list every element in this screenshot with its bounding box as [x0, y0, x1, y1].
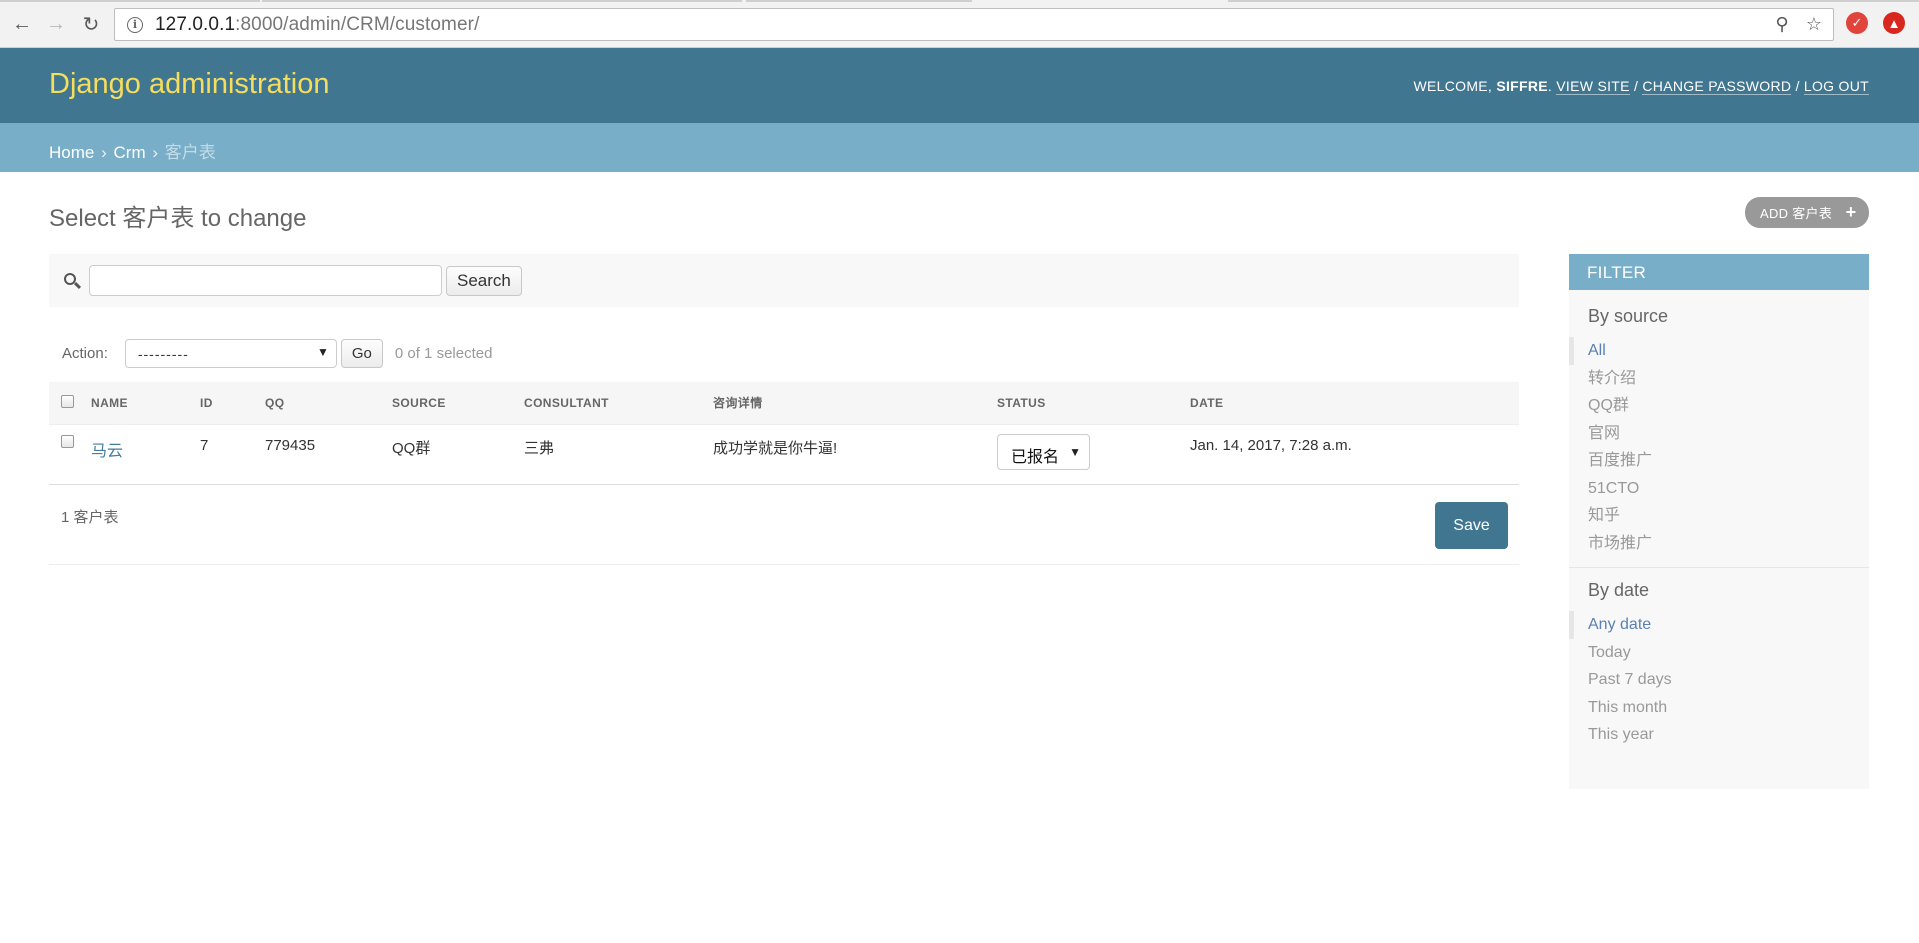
selection-counter: 0 of 1 selected [394, 345, 493, 362]
username: SIFFRE [1496, 78, 1548, 94]
filter-source-option[interactable]: 51CTO [1569, 475, 1869, 503]
results-table: NAME ID QQ SOURCE CONSULTANT 咨询详情 STATUS… [49, 382, 1519, 485]
action-selected-option: --------- [137, 346, 189, 362]
view-site-link[interactable]: VIEW SITE [1556, 78, 1630, 95]
filter-source-option[interactable]: 官网 [1569, 420, 1869, 448]
column-header-detail[interactable]: 咨询详情 [713, 382, 997, 425]
forward-arrow-icon[interactable]: → [42, 10, 70, 38]
back-arrow-icon[interactable]: ← [8, 10, 36, 38]
breadcrumb: Home › Crm › 客户表 [0, 123, 1919, 172]
change-password-link[interactable]: CHANGE PASSWORD [1642, 78, 1792, 95]
cell-source: QQ群 [392, 424, 524, 485]
action-label: Action: [62, 345, 108, 362]
result-count: 1 客户表 [61, 509, 119, 526]
filter-date-any[interactable]: Any date [1569, 611, 1869, 639]
filter-heading-date: By date [1588, 580, 1650, 600]
user-tools: WELCOME, SIFFRE. VIEW SITE / CHANGE PASS… [1413, 78, 1869, 95]
cell-detail: 成功学就是你牛逼! [713, 424, 997, 485]
welcome-text: WELCOME, [1413, 78, 1497, 94]
log-out-link[interactable]: LOG OUT [1803, 78, 1869, 95]
filter-divider [1569, 567, 1869, 568]
cell-date: Jan. 14, 2017, 7:28 a.m. [1190, 424, 1519, 485]
changelist: Search Action: --------- ▼ Go 0 of 1 sel… [49, 254, 1519, 565]
address-bar[interactable]: i 127.0.0.1:8000/admin/CRM/customer/ ⚲ ☆ [114, 8, 1834, 41]
select-all-checkbox[interactable] [61, 394, 74, 408]
filter-heading-source: By source [1588, 306, 1669, 326]
bookmark-star-icon[interactable]: ☆ [1803, 13, 1825, 35]
plus-icon: + [1845, 201, 1857, 222]
status-select[interactable]: 已报名 ▼ [997, 433, 1090, 470]
save-button[interactable]: Save [1435, 502, 1508, 549]
dropdown-arrow-icon: ▼ [316, 345, 330, 359]
column-header-qq[interactable]: QQ [265, 382, 392, 425]
search-button[interactable]: Search [446, 265, 522, 296]
filter-source-option[interactable]: 转介绍 [1569, 365, 1869, 393]
action-select[interactable]: --------- ▼ [124, 339, 337, 368]
search-icon [63, 272, 82, 290]
filter-source-option[interactable]: 百度推广 [1569, 447, 1869, 475]
cell-consultant: 三弗 [524, 424, 713, 485]
filter-source-option[interactable]: QQ群 [1569, 392, 1869, 420]
dropdown-arrow-icon: ▼ [1069, 444, 1081, 459]
filter-source-all[interactable]: All [1569, 337, 1869, 365]
filter-date-option[interactable]: Past 7 days [1569, 666, 1869, 694]
browser-toolbar: ← → ↻ i 127.0.0.1:8000/admin/CRM/custome… [0, 0, 1919, 48]
extension-alert-icon[interactable]: ▲ [1883, 12, 1905, 34]
column-header-source[interactable]: SOURCE [392, 382, 524, 425]
column-header-date[interactable]: DATE [1190, 382, 1519, 425]
filter-sidebar: FILTER By source All 转介绍 QQ群 官网 百度推广 51C… [1569, 254, 1869, 789]
customer-name-link[interactable]: 马云 [91, 443, 123, 460]
breadcrumb-home[interactable]: Home [49, 143, 94, 162]
search-toolbar: Search [49, 254, 1519, 307]
page-title: Select 客户表 to change [49, 205, 307, 232]
reload-icon[interactable]: ↻ [77, 10, 105, 38]
breadcrumb-current: 客户表 [164, 143, 216, 162]
address-url: 127.0.0.1:8000/admin/CRM/customer/ [155, 13, 480, 35]
filter-source-option[interactable]: 市场推广 [1569, 530, 1869, 558]
search-input[interactable] [89, 265, 442, 296]
filter-source-list: All 转介绍 QQ群 官网 百度推广 51CTO 知乎 市场推广 [1569, 337, 1869, 557]
row-checkbox[interactable] [61, 434, 74, 448]
table-row: 马云 7 779435 QQ群 三弗 成功学就是你牛逼! 已报名 ▼ Jan. … [49, 424, 1519, 485]
filter-source-option[interactable]: 知乎 [1569, 502, 1869, 530]
zoom-icon[interactable]: ⚲ [1771, 13, 1793, 35]
column-header-consultant[interactable]: CONSULTANT [524, 382, 713, 425]
tab-strip [0, 0, 1919, 3]
column-header-status[interactable]: STATUS [997, 382, 1190, 425]
cell-qq: 779435 [265, 424, 392, 485]
go-button[interactable]: Go [340, 339, 383, 368]
site-header: Django administration WELCOME, SIFFRE. V… [0, 48, 1919, 123]
site-branding[interactable]: Django administration [49, 68, 329, 101]
filter-title: FILTER [1569, 254, 1869, 290]
filter-date-option[interactable]: This month [1569, 694, 1869, 722]
extension-icon[interactable]: ✓ [1846, 12, 1868, 34]
filter-date-option[interactable]: Today [1569, 639, 1869, 667]
filter-date-list: Any date Today Past 7 days This month Th… [1569, 611, 1869, 749]
add-button-label: ADD 客户表 [1760, 206, 1833, 221]
add-customer-button[interactable]: ADD 客户表 + [1745, 197, 1869, 228]
breadcrumb-app[interactable]: Crm [114, 143, 146, 162]
column-header-name[interactable]: NAME [91, 382, 200, 425]
paginator: 1 客户表 Save [49, 486, 1519, 565]
info-icon[interactable]: i [127, 16, 143, 33]
actions-bar: Action: --------- ▼ Go 0 of 1 selected [62, 339, 492, 368]
cell-id: 7 [200, 424, 265, 485]
column-header-id[interactable]: ID [200, 382, 265, 425]
filter-date-option[interactable]: This year [1569, 721, 1869, 749]
status-selected-option: 已报名 [1011, 448, 1060, 466]
